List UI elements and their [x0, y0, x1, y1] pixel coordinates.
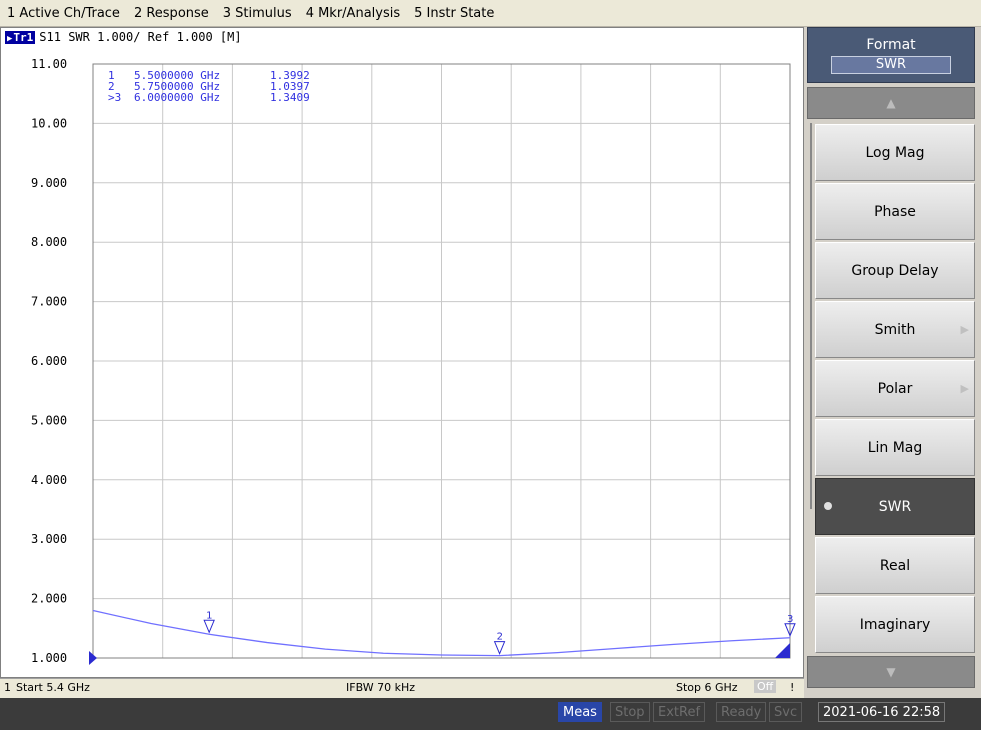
y-tick-label: 9.000 — [31, 176, 67, 190]
marker-number: 2 — [497, 632, 503, 643]
softkey-label: Imaginary — [859, 616, 931, 633]
submenu-arrow-icon: ▶ — [960, 382, 969, 395]
selected-indicator-icon — [824, 502, 832, 510]
softkey-smith[interactable]: Smith ▶ — [815, 301, 975, 358]
trace-plot[interactable]: 11.00 10.00 9.000 8.000 7.000 6.000 5.000 4.000… — [0, 27, 804, 678]
power-off-indicator[interactable]: Off — [754, 680, 777, 693]
trace-header-text: S11 SWR 1.000/ Ref 1.000 [M] — [39, 30, 242, 44]
panel-divider — [810, 123, 812, 509]
softkey-swr[interactable]: SWR — [815, 478, 975, 535]
marker-number: 1 — [206, 610, 212, 621]
stop-marker-icon — [775, 643, 790, 658]
softkey-label: Group Delay — [851, 262, 939, 279]
softkey-imaginary[interactable]: Imaginary — [815, 596, 975, 653]
marker-icon — [493, 641, 506, 655]
marker-readout-prefix: >3 — [108, 91, 121, 104]
softkey-phase[interactable]: Phase — [815, 183, 975, 240]
softkey-panel: Format SWR ▲ Log Mag Phase Group Delay Smit… — [805, 27, 981, 698]
triangle-down-icon: ▼ — [886, 665, 896, 679]
start-frequency[interactable]: Start 5.4 GHz — [16, 681, 90, 694]
menu-active-ch-trace[interactable]: 1 Active Ch/Trace — [0, 6, 127, 21]
channel-status-bar: 1 Start 5.4 GHz IFBW 70 kHz Stop 6 GHz O… — [0, 678, 804, 698]
svc-indicator: Svc — [769, 702, 803, 722]
softkey-label: Lin Mag — [867, 439, 923, 456]
menu-stimulus[interactable]: 3 Stimulus — [216, 6, 299, 21]
trace-header[interactable]: Tr1 S11 SWR 1.000/ Ref 1.000 [M] — [5, 30, 242, 44]
softkey-group-delay[interactable]: Group Delay — [815, 242, 975, 299]
ifbw-label[interactable]: IFBW 70 kHz — [346, 681, 415, 694]
triangle-up-icon: ▲ — [886, 96, 896, 110]
extref-indicator: ExtRef — [653, 702, 706, 722]
marker-readout-freq: 6.0000000 GHz — [134, 91, 220, 104]
y-tick-label: 11.00 — [31, 57, 67, 71]
y-tick-label: 10.00 — [31, 116, 67, 130]
instrument-status-bar: Meas Stop ExtRef Ready Svc 2021-06-16 22… — [0, 698, 981, 730]
softkey-label: SWR — [878, 498, 912, 515]
softkey-lin-mag[interactable]: Lin Mag — [815, 419, 975, 476]
softkey-scroll-up[interactable]: ▲ — [807, 87, 975, 119]
y-tick-label: 7.000 — [31, 295, 67, 309]
softkey-label: Polar — [877, 380, 913, 397]
softkey-label: Smith — [874, 321, 916, 338]
format-menu-title[interactable]: Format SWR — [807, 27, 975, 83]
stop-indicator: Stop — [610, 702, 650, 722]
y-tick-label: 2.000 — [31, 592, 67, 606]
y-tick-label: 4.000 — [31, 473, 67, 487]
softkey-log-mag[interactable]: Log Mag — [815, 124, 975, 181]
y-tick-label: 8.000 — [31, 235, 67, 249]
y-tick-label: 5.000 — [31, 413, 67, 427]
marker-readout-value: 1.3409 — [270, 91, 310, 104]
menu-instr-state[interactable]: 5 Instr State — [407, 6, 501, 21]
softkey-label: Real — [879, 557, 911, 574]
stop-frequency[interactable]: Stop 6 GHz — [676, 681, 738, 694]
y-tick-label: 6.000 — [31, 354, 67, 368]
ready-indicator: Ready — [716, 702, 767, 722]
format-title: Format — [866, 37, 916, 53]
trace-tag[interactable]: Tr1 — [5, 30, 36, 44]
marker-number: 3 — [787, 614, 793, 625]
softkey-real[interactable]: Real — [815, 537, 975, 594]
menu-mkr-analysis[interactable]: 4 Mkr/Analysis — [299, 6, 407, 21]
submenu-arrow-icon: ▶ — [960, 323, 969, 336]
date-time: 2021-06-16 22:58 — [818, 702, 946, 722]
warning-indicator: ! — [790, 681, 795, 694]
y-tick-label: 3.000 — [31, 532, 67, 546]
channel-number[interactable]: 1 — [4, 681, 11, 694]
meas-indicator: Meas — [558, 702, 602, 722]
softkey-scroll-down[interactable]: ▼ — [807, 656, 975, 688]
softkey-label: Log Mag — [865, 144, 925, 161]
menu-response[interactable]: 2 Response — [127, 6, 216, 21]
y-tick-label: 1.000 — [31, 651, 67, 665]
marker-icon — [203, 619, 215, 634]
format-current: SWR — [831, 56, 951, 74]
menu-bar: 1 Active Ch/Trace 2 Response 3 Stimulus … — [0, 0, 981, 27]
softkey-polar[interactable]: Polar ▶ — [815, 360, 975, 417]
softkey-label: Phase — [874, 203, 916, 220]
